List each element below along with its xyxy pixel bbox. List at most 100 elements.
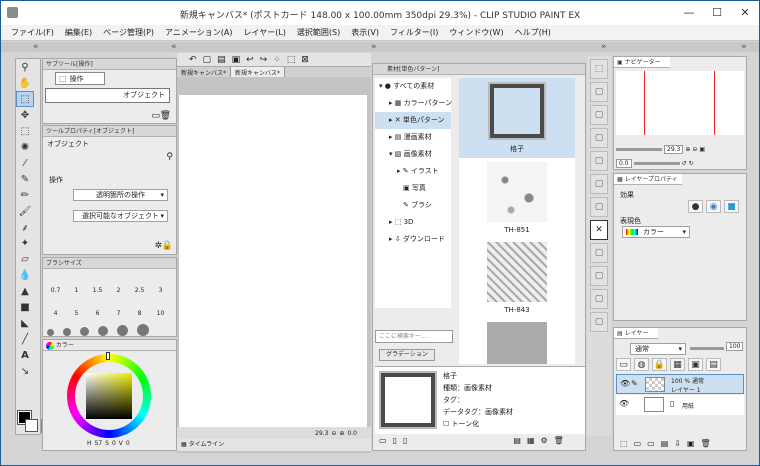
- collapse-left2-button[interactable]: «: [171, 42, 177, 52]
- material-palette-9-icon[interactable]: ▢: [590, 243, 608, 263]
- rotate-value[interactable]: 0.0: [347, 430, 357, 437]
- zoom-in-icon[interactable]: ⊕: [339, 430, 344, 437]
- brush-tool-icon[interactable]: 🖌: [16, 203, 34, 219]
- collapse-right2-button[interactable]: »: [601, 42, 607, 52]
- timeline-label[interactable]: タイムライン: [189, 441, 225, 448]
- subtool-delete-icon[interactable]: 🗑: [160, 111, 171, 121]
- decoration-tool-icon[interactable]: ✦: [16, 235, 34, 251]
- menu-selection[interactable]: 選択範囲(S): [297, 27, 340, 38]
- navigator-tab[interactable]: ▣ ナビゲーター: [614, 57, 670, 68]
- close-button[interactable]: ✕: [731, 1, 759, 23]
- opacity-value[interactable]: 100: [726, 342, 744, 351]
- tree-color-pattern[interactable]: ▸ ▦ カラーパターン: [375, 95, 452, 112]
- layer-row[interactable]: 👁 ▯ 用紙: [616, 395, 744, 415]
- transform-icon[interactable]: ⬚: [287, 55, 296, 65]
- brushsize-tab[interactable]: ブラシサイズ: [43, 258, 176, 269]
- zoom-tool-icon[interactable]: ⚲: [16, 59, 34, 75]
- toolprop-lock-icon[interactable]: 🔒: [162, 241, 173, 251]
- menu-view[interactable]: 表示(V): [351, 27, 379, 38]
- undo2-icon[interactable]: ↩: [246, 55, 254, 65]
- saturation-value-square[interactable]: [86, 373, 132, 419]
- material-tag-button[interactable]: グラデーション: [379, 349, 435, 361]
- text-tool-icon[interactable]: A: [16, 347, 34, 363]
- hand-tool-icon[interactable]: ✋: [16, 75, 34, 91]
- navigator-zoom-value[interactable]: 29.3: [664, 145, 684, 154]
- tree-photo[interactable]: ▣ 写真: [375, 180, 451, 197]
- new-vector-layer-icon[interactable]: ▭: [647, 439, 655, 448]
- edit-material-icon[interactable]: ▯: [403, 436, 407, 448]
- thumb-lattice[interactable]: 格子: [459, 78, 575, 158]
- material-palette-4-icon[interactable]: ▢: [590, 128, 608, 148]
- detail-tone-checkbox[interactable]: ☐ トーン化: [443, 419, 479, 429]
- tree-mono-pattern[interactable]: ▸ ✕ 単色パターン: [375, 112, 451, 129]
- tree-brush[interactable]: ✎ ブラシ: [375, 197, 451, 214]
- zoom-value[interactable]: 29.3: [315, 430, 328, 437]
- tree-download[interactable]: ▸ ⇩ ダウンロード: [375, 231, 451, 248]
- line-tool-icon[interactable]: ╱: [16, 331, 34, 347]
- opacity-slider[interactable]: [690, 347, 724, 350]
- brush-size-item[interactable]: 2: [108, 287, 129, 294]
- effect-color-icon[interactable]: ■: [724, 200, 739, 213]
- new-folder-icon[interactable]: ▤: [661, 439, 669, 448]
- gradient-tool-icon[interactable]: ■: [16, 299, 34, 315]
- menu-window[interactable]: ウィンドウ(W): [449, 27, 503, 38]
- pen-tool-icon[interactable]: ✎: [16, 171, 34, 187]
- merge-down-icon[interactable]: ⇩: [674, 439, 681, 448]
- brush-size-item[interactable]: 10: [150, 310, 171, 317]
- menu-edit[interactable]: 編集(E): [65, 27, 92, 38]
- brush-dot[interactable]: [98, 326, 108, 336]
- brush-size-item[interactable]: 1: [66, 287, 87, 294]
- canvas-tab-2[interactable]: 新規キャンバス*: [231, 67, 286, 77]
- selectable-object-dropdown[interactable]: 選択可能なオブジェクト: [73, 210, 168, 222]
- material-tab[interactable]: 素材[単色パターン]: [373, 64, 585, 75]
- color-mode-dropdown[interactable]: カラー: [622, 226, 690, 238]
- undo-icon[interactable]: ↶: [189, 55, 197, 65]
- collapse-right-button[interactable]: »: [371, 42, 377, 52]
- effect-tone-icon[interactable]: ◉: [706, 200, 721, 213]
- fill-tool-icon[interactable]: ▲: [16, 283, 34, 299]
- redo-icon[interactable]: ↪: [260, 55, 268, 65]
- subtool-tab[interactable]: サブツール[操作]: [43, 59, 176, 70]
- tree-3d[interactable]: ▸ ⬚ 3D: [375, 214, 451, 231]
- paste-material-icon[interactable]: ▭: [379, 436, 387, 448]
- brush-dot[interactable]: [137, 324, 149, 336]
- brush-size-item[interactable]: 1.5: [87, 287, 108, 294]
- transparent-operation-dropdown[interactable]: 透明箇所の操作: [73, 189, 168, 201]
- figure-tool-icon[interactable]: ◣: [16, 315, 34, 331]
- delete-material-icon[interactable]: 🗑: [554, 436, 564, 448]
- material-palette-10-icon[interactable]: ▢: [590, 266, 608, 286]
- material-palette-6-icon[interactable]: ▢: [590, 174, 608, 194]
- list-view-icon[interactable]: ▤: [513, 436, 521, 448]
- eyedropper-tool-icon[interactable]: ⁄: [16, 155, 34, 171]
- layer-row[interactable]: 👁 ✎ 100 % 通常 レイヤー 1: [616, 374, 744, 394]
- settings-icon[interactable]: ⚙: [541, 436, 548, 448]
- layer-palette-icon[interactable]: ⬚: [620, 439, 628, 448]
- operation-tool-icon[interactable]: ⬚: [16, 91, 34, 107]
- mask-icon[interactable]: ▣: [688, 358, 703, 371]
- material-palette-2-icon[interactable]: ▢: [590, 82, 608, 102]
- new-icon[interactable]: ▢: [203, 55, 212, 65]
- brush-dot[interactable]: [47, 329, 54, 336]
- brush-size-item[interactable]: 6: [87, 310, 108, 317]
- material-palette-1-icon[interactable]: ⬚: [590, 59, 608, 79]
- delete-layer-icon[interactable]: 🗑: [701, 439, 711, 448]
- grid-view-icon[interactable]: ▦: [527, 436, 535, 448]
- eraser-tool-icon[interactable]: ▱: [16, 251, 34, 267]
- navigator-preview[interactable]: [616, 71, 744, 135]
- layerprop-tab[interactable]: ▦ レイヤープロパティ: [614, 174, 682, 185]
- brush-dot[interactable]: [80, 327, 89, 336]
- collapse-left-button[interactable]: «: [33, 42, 39, 52]
- pencil-tool-icon[interactable]: ✏: [16, 187, 34, 203]
- material-palette-5-icon[interactable]: ▢: [590, 151, 608, 171]
- hue-marker[interactable]: [106, 352, 110, 360]
- menu-file[interactable]: ファイル(F): [11, 27, 54, 38]
- register-material-icon[interactable]: ▯: [393, 436, 397, 448]
- lock-icon[interactable]: 🔒: [652, 358, 667, 371]
- navigator-angle-slider[interactable]: [633, 162, 680, 165]
- material-search-input[interactable]: ここに検索キー...: [375, 330, 453, 343]
- brush-size-item[interactable]: 0.7: [45, 287, 66, 294]
- tree-illustration[interactable]: ▸ ✎ イラスト: [375, 163, 451, 180]
- sub-color-swatch[interactable]: [25, 419, 38, 432]
- brush-size-item[interactable]: 2.5: [129, 287, 150, 294]
- new-raster-layer-icon[interactable]: ▭: [634, 439, 642, 448]
